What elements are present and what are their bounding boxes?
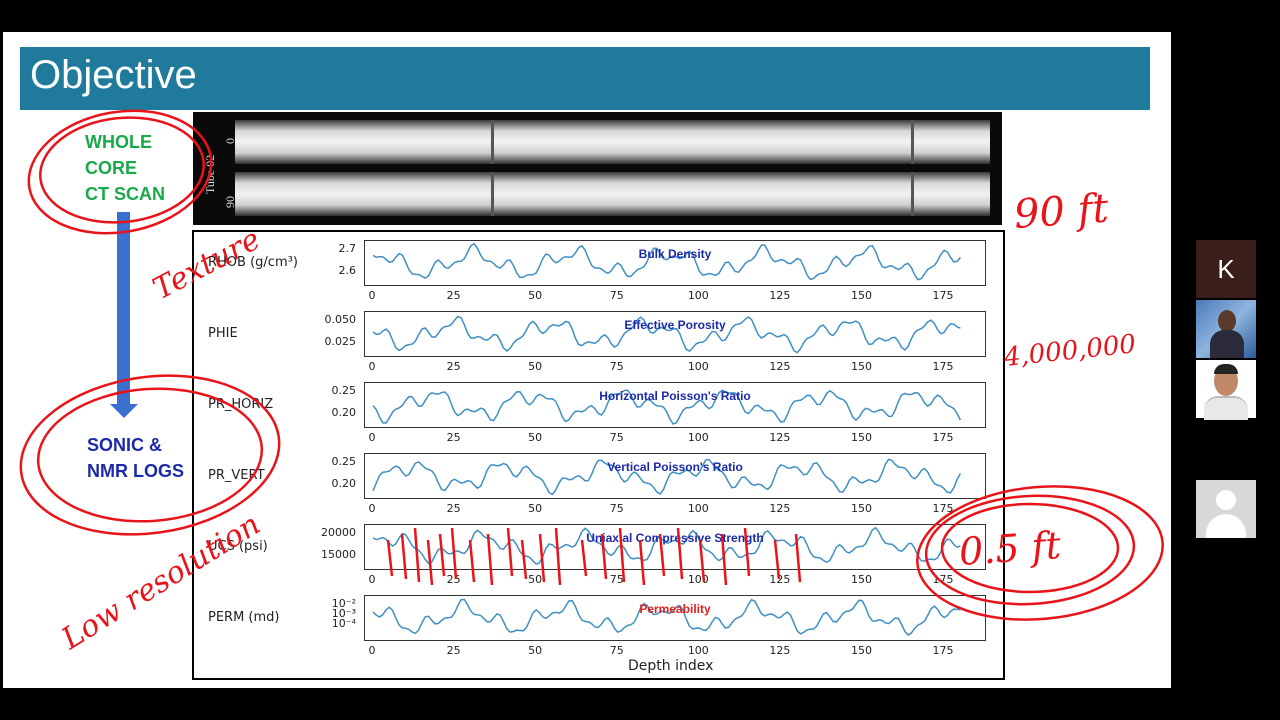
x-tick-label: 125 xyxy=(769,289,791,302)
y-tick-label: 0.20 xyxy=(331,406,357,419)
x-tick-label: 75 xyxy=(609,289,624,302)
page-title: Objective xyxy=(30,53,197,97)
track-label: PR_VERT xyxy=(208,468,265,483)
y-tick-label: 10⁻⁴ xyxy=(331,617,356,630)
track-label: PERM (md) xyxy=(208,610,280,625)
log-plot: Vertical Poisson's Ratio xyxy=(364,453,986,499)
x-tick-label: 75 xyxy=(609,431,624,444)
x-tick-label: 100 xyxy=(687,573,709,586)
x-tick-label: 175 xyxy=(932,502,954,515)
x-tick-label: 150 xyxy=(850,573,872,586)
ct-scan-label-line1: WHOLE xyxy=(85,132,152,152)
x-tick-label: 150 xyxy=(850,431,872,444)
x-tick-label: 50 xyxy=(528,289,543,302)
tube-label: Tube 02 xyxy=(203,154,217,194)
log-plot: Permeability xyxy=(364,595,986,641)
plot-title: Vertical Poisson's Ratio xyxy=(607,460,743,474)
x-tick-label: 175 xyxy=(932,431,954,444)
x-tick-label: 150 xyxy=(850,289,872,302)
x-tick-label: 125 xyxy=(769,644,791,657)
track-label: PHIE xyxy=(208,326,238,341)
participant-tile-initial[interactable]: K xyxy=(1196,240,1256,298)
log-tracks-figure: RHOB (g/cm³) 2.7 2.6 Bulk Density 0 25 50 75 100… xyxy=(192,230,1005,680)
plot-title: Bulk Density xyxy=(638,247,712,261)
x-tick-label: 75 xyxy=(609,644,624,657)
x-tick-label: 50 xyxy=(528,431,543,444)
x-tick-label: 125 xyxy=(769,360,791,373)
x-tick-label: 175 xyxy=(932,644,954,657)
y-tick-label: 0.050 xyxy=(324,313,357,326)
x-tick-label: 100 xyxy=(687,289,709,302)
plot-title: Uniaxial Compressive Strength xyxy=(586,531,764,545)
x-tick-label: 25 xyxy=(446,573,461,586)
y-tick-label: 20000 xyxy=(321,526,356,539)
plot-title: Permeability xyxy=(639,602,711,616)
x-tick-label: 0 xyxy=(368,644,376,657)
x-tick-label: 25 xyxy=(446,502,461,515)
x-tick-label: 0 xyxy=(368,289,376,302)
y-tick-label: 2.6 xyxy=(338,264,357,277)
participant-video-2[interactable] xyxy=(1196,360,1256,420)
ct-scan-image: Tube 02 0 90 xyxy=(193,112,1002,225)
logs-label-line2: NMR LOGS xyxy=(87,461,184,481)
down-arrowhead xyxy=(110,404,138,418)
log-plot: Bulk Density xyxy=(364,240,986,286)
x-tick-label: 75 xyxy=(609,360,624,373)
x-tick-label: 50 xyxy=(528,360,543,373)
x-tick-label: 25 xyxy=(446,360,461,373)
x-tick-label: 150 xyxy=(850,360,872,373)
track-label: PR_HORIZ xyxy=(208,397,274,412)
core-strip-top xyxy=(235,120,990,164)
y-tick-label: 15000 xyxy=(321,548,356,561)
x-tick-label: 100 xyxy=(687,502,709,515)
x-tick-label: 150 xyxy=(850,502,872,515)
y-tick-label: 2.7 xyxy=(338,242,357,255)
core-strip-bottom xyxy=(235,172,990,216)
y-tick-label: 0.25 xyxy=(331,384,357,397)
ct-scan-label-line2: CORE xyxy=(85,158,138,178)
ct-scan-label-line3: CT SCAN xyxy=(85,184,165,204)
slide-canvas: Objective WHOLE CORE CT SCAN SONIC & NMR… xyxy=(3,32,1171,688)
y-tick-label: 0.025 xyxy=(324,335,357,348)
x-tick-label: 100 xyxy=(687,360,709,373)
y-tick-label: 0.25 xyxy=(331,455,357,468)
logs-label-line1: SONIC & xyxy=(87,435,163,455)
x-tick-label: 50 xyxy=(528,573,543,586)
down-arrow xyxy=(117,212,130,408)
x-tick-label: 0 xyxy=(368,360,376,373)
x-tick-label: 175 xyxy=(932,573,954,586)
x-tick-label: 150 xyxy=(850,644,872,657)
participant-panel: K xyxy=(1172,240,1280,540)
x-tick-label: 25 xyxy=(446,644,461,657)
participant-avatar-placeholder[interactable] xyxy=(1196,480,1256,538)
plot-title: Horizontal Poisson's Ratio xyxy=(599,389,751,403)
participant-video-1[interactable] xyxy=(1196,300,1256,358)
x-tick-label: 75 xyxy=(609,502,624,515)
log-plot: Horizontal Poisson's Ratio xyxy=(364,382,986,428)
x-tick-label: 100 xyxy=(687,431,709,444)
title-bar: Objective xyxy=(20,47,1150,110)
x-tick-label: 0 xyxy=(368,573,376,586)
log-plot: Uniaxial Compressive Strength xyxy=(364,524,986,570)
x-tick-label: 0 xyxy=(368,431,376,444)
x-tick-label: 50 xyxy=(528,502,543,515)
x-tick-label: 75 xyxy=(609,573,624,586)
plot-title: Effective Porosity xyxy=(624,318,726,332)
x-tick-label: 25 xyxy=(446,289,461,302)
log-plot: Effective Porosity xyxy=(364,311,986,357)
x-tick-label: 125 xyxy=(769,502,791,515)
x-tick-label: 125 xyxy=(769,573,791,586)
x-tick-label: 100 xyxy=(687,644,709,657)
x-tick-label: 175 xyxy=(932,289,954,302)
track-label: UCS (psi) xyxy=(208,539,268,554)
x-tick-label: 0 xyxy=(368,502,376,515)
x-tick-label: 50 xyxy=(528,644,543,657)
track-label: RHOB (g/cm³) xyxy=(208,255,298,270)
user-icon xyxy=(1216,490,1236,510)
x-tick-label: 125 xyxy=(769,431,791,444)
x-tick-label: 175 xyxy=(932,360,954,373)
y-tick-label: 0.20 xyxy=(331,477,357,490)
x-tick-label: 25 xyxy=(446,431,461,444)
x-axis-label: Depth index xyxy=(628,658,714,674)
